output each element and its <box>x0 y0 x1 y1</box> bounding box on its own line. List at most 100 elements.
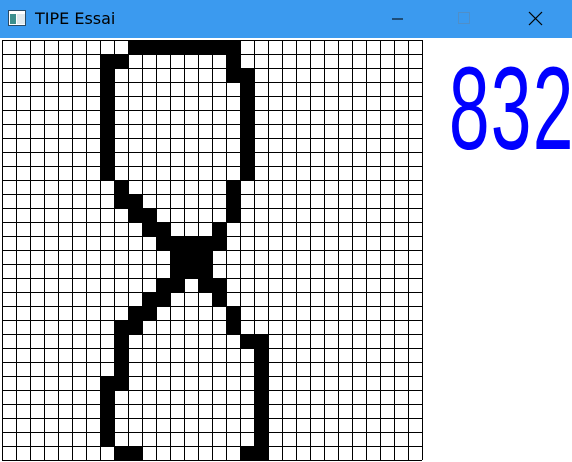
grid-cell-filled[interactable] <box>240 124 254 138</box>
grid-cell[interactable] <box>58 306 72 320</box>
grid-cell-filled[interactable] <box>156 222 170 236</box>
grid-cell[interactable] <box>198 110 212 124</box>
grid-cell[interactable] <box>142 236 156 250</box>
grid-cell[interactable] <box>338 390 352 404</box>
grid-cell[interactable] <box>170 362 184 376</box>
grid-cell-filled[interactable] <box>226 320 240 334</box>
grid-cell[interactable] <box>16 376 30 390</box>
grid-cell[interactable] <box>310 236 324 250</box>
grid-cell-filled[interactable] <box>226 306 240 320</box>
grid-cell[interactable] <box>72 278 86 292</box>
grid-cell[interactable] <box>240 54 254 68</box>
grid-cell[interactable] <box>366 138 380 152</box>
grid-cell[interactable] <box>380 138 394 152</box>
grid-cell[interactable] <box>254 68 268 82</box>
grid-cell[interactable] <box>366 54 380 68</box>
grid-cell[interactable] <box>86 334 100 348</box>
grid-cell[interactable] <box>128 334 142 348</box>
grid-cell[interactable] <box>380 54 394 68</box>
grid-cell[interactable] <box>72 306 86 320</box>
grid-cell[interactable] <box>184 446 198 460</box>
grid-cell[interactable] <box>156 250 170 264</box>
grid-cell[interactable] <box>324 152 338 166</box>
grid-cell[interactable] <box>58 180 72 194</box>
grid-cell[interactable] <box>198 82 212 96</box>
grid-cell[interactable] <box>30 124 44 138</box>
grid-cell[interactable] <box>72 320 86 334</box>
grid-cell[interactable] <box>282 320 296 334</box>
grid-cell[interactable] <box>296 68 310 82</box>
grid-cell[interactable] <box>324 250 338 264</box>
grid-cell[interactable] <box>394 432 408 446</box>
grid-cell[interactable] <box>394 166 408 180</box>
grid-cell[interactable] <box>16 348 30 362</box>
grid-cell[interactable] <box>324 348 338 362</box>
grid-cell[interactable] <box>324 110 338 124</box>
grid-cell[interactable] <box>226 292 240 306</box>
grid-cell[interactable] <box>44 208 58 222</box>
grid-cell[interactable] <box>408 68 422 82</box>
grid-cell[interactable] <box>268 390 282 404</box>
grid-cell[interactable] <box>212 320 226 334</box>
grid-cell-filled[interactable] <box>254 348 268 362</box>
grid-cell[interactable] <box>16 390 30 404</box>
grid-cell[interactable] <box>198 152 212 166</box>
grid-cell[interactable] <box>282 376 296 390</box>
grid-cell[interactable] <box>310 96 324 110</box>
grid-cell[interactable] <box>254 264 268 278</box>
grid-cell[interactable] <box>58 250 72 264</box>
grid-cell[interactable] <box>338 54 352 68</box>
grid-cell[interactable] <box>310 362 324 376</box>
grid-cell[interactable] <box>366 362 380 376</box>
grid-cell-filled[interactable] <box>114 334 128 348</box>
grid-cell[interactable] <box>184 54 198 68</box>
grid-cell[interactable] <box>44 432 58 446</box>
grid-cell-filled[interactable] <box>254 404 268 418</box>
grid-cell[interactable] <box>366 264 380 278</box>
grid-cell[interactable] <box>282 68 296 82</box>
grid-cell[interactable] <box>394 418 408 432</box>
grid-cell[interactable] <box>338 124 352 138</box>
grid-cell[interactable] <box>240 362 254 376</box>
grid-cell[interactable] <box>142 264 156 278</box>
grid-cell[interactable] <box>282 208 296 222</box>
grid-cell[interactable] <box>184 166 198 180</box>
grid-cell[interactable] <box>30 334 44 348</box>
grid-cell[interactable] <box>380 40 394 54</box>
grid-cell[interactable] <box>170 68 184 82</box>
grid-cell-filled[interactable] <box>226 208 240 222</box>
grid-cell[interactable] <box>16 110 30 124</box>
grid-cell[interactable] <box>380 292 394 306</box>
grid-cell[interactable] <box>184 152 198 166</box>
grid-cell[interactable] <box>16 166 30 180</box>
grid-cell[interactable] <box>366 292 380 306</box>
grid-cell[interactable] <box>44 166 58 180</box>
grid-cell[interactable] <box>2 166 16 180</box>
grid-cell[interactable] <box>352 166 366 180</box>
grid-cell[interactable] <box>366 124 380 138</box>
grid-cell[interactable] <box>86 418 100 432</box>
grid-cell[interactable] <box>394 208 408 222</box>
grid-cell[interactable] <box>100 306 114 320</box>
grid-cell[interactable] <box>2 222 16 236</box>
grid-cell[interactable] <box>114 124 128 138</box>
grid-cell[interactable] <box>366 446 380 460</box>
grid-cell[interactable] <box>226 138 240 152</box>
grid-cell[interactable] <box>58 390 72 404</box>
grid-cell[interactable] <box>240 40 254 54</box>
grid-cell-filled[interactable] <box>114 320 128 334</box>
grid-cell[interactable] <box>184 404 198 418</box>
grid-cell[interactable] <box>170 96 184 110</box>
grid-cell[interactable] <box>268 432 282 446</box>
grid-cell[interactable] <box>86 362 100 376</box>
grid-cell[interactable] <box>310 376 324 390</box>
grid-cell[interactable] <box>44 222 58 236</box>
grid-cell[interactable] <box>324 166 338 180</box>
grid-cell[interactable] <box>170 124 184 138</box>
grid-cell[interactable] <box>212 194 226 208</box>
grid-cell[interactable] <box>114 418 128 432</box>
grid-cell[interactable] <box>394 124 408 138</box>
grid-cell[interactable] <box>394 390 408 404</box>
grid-cell[interactable] <box>254 236 268 250</box>
grid-cell[interactable] <box>212 68 226 82</box>
